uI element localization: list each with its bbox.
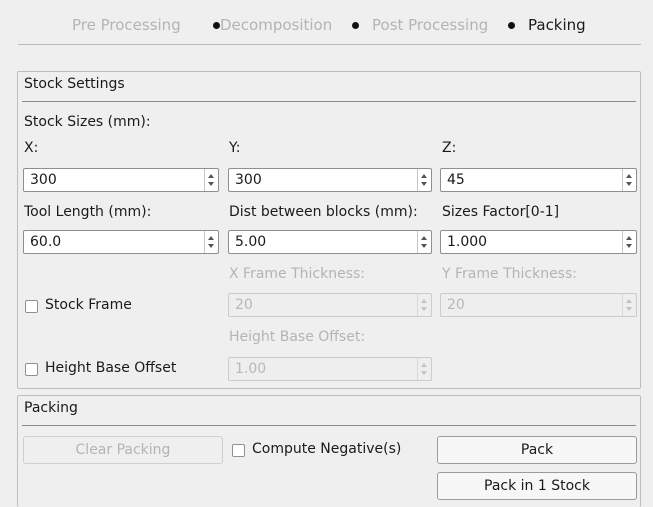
spin-up-icon[interactable] [208, 174, 214, 178]
y-size-value: 300 [235, 172, 262, 188]
height-base-offset-field-label: Height Base Offset: [229, 329, 366, 345]
x-frame-thickness-spinbox[interactable]: 20 [228, 293, 432, 317]
spin-down-icon[interactable] [208, 182, 214, 186]
z-label: Z: [442, 140, 457, 156]
spin-arrows[interactable] [417, 231, 431, 253]
spin-down-icon[interactable] [626, 182, 632, 186]
compute-negative-label: Compute Negative(s) [252, 441, 402, 457]
group-divider [22, 425, 636, 426]
checkbox-box[interactable] [232, 444, 245, 457]
step-separator-dot [508, 22, 515, 29]
spin-arrows[interactable] [417, 169, 431, 191]
spin-arrows[interactable] [417, 358, 431, 380]
tool-length-label: Tool Length (mm): [24, 204, 152, 220]
height-base-offset-value: 1.00 [235, 361, 267, 377]
y-size-spinbox[interactable]: 300 [228, 168, 432, 192]
sizes-factor-value: 1.000 [447, 234, 488, 250]
z-size-value: 45 [447, 172, 465, 188]
height-base-offset-check-label: Height Base Offset [45, 360, 177, 376]
spin-up-icon[interactable] [421, 363, 427, 367]
step-post-processing[interactable]: Post Processing [372, 16, 488, 34]
step-navigation: Pre Processing Decomposition Post Proces… [18, 0, 641, 45]
spin-arrows[interactable] [622, 294, 636, 316]
stock-settings-title: Stock Settings [24, 76, 125, 92]
step-packing[interactable]: Packing [528, 16, 586, 34]
dist-blocks-spinbox[interactable]: 5.00 [228, 230, 432, 254]
x-size-spinbox[interactable]: 300 [23, 168, 219, 192]
stock-frame-checkbox[interactable]: Stock Frame [25, 297, 155, 315]
spin-arrows[interactable] [204, 169, 218, 191]
y-frame-thickness-spinbox[interactable]: 20 [440, 293, 637, 317]
spin-arrows[interactable] [622, 231, 636, 253]
clear-packing-button[interactable]: Clear Packing [23, 436, 223, 464]
spin-up-icon[interactable] [626, 236, 632, 240]
x-frame-thickness-label: X Frame Thickness: [229, 266, 366, 282]
spin-arrows[interactable] [622, 169, 636, 191]
z-size-spinbox[interactable]: 45 [440, 168, 637, 192]
dist-blocks-value: 5.00 [235, 234, 267, 250]
spin-down-icon[interactable] [208, 244, 214, 248]
step-pre-processing[interactable]: Pre Processing [72, 16, 181, 34]
y-frame-thickness-label: Y Frame Thickness: [442, 266, 577, 282]
spin-down-icon[interactable] [421, 182, 427, 186]
sizes-factor-spinbox[interactable]: 1.000 [440, 230, 637, 254]
tool-length-spinbox[interactable]: 60.0 [23, 230, 219, 254]
pack-button[interactable]: Pack [437, 436, 637, 464]
sizes-factor-label: Sizes Factor[0-1] [442, 204, 560, 220]
spin-down-icon[interactable] [421, 371, 427, 375]
spin-arrows[interactable] [417, 294, 431, 316]
checkbox-box[interactable] [25, 363, 38, 376]
step-decomposition[interactable]: Decomposition [220, 16, 332, 34]
dist-blocks-label: Dist between blocks (mm): [229, 204, 418, 220]
checkbox-box[interactable] [25, 300, 38, 313]
spin-up-icon[interactable] [421, 174, 427, 178]
packing-title: Packing [24, 400, 78, 416]
x-size-value: 300 [30, 172, 57, 188]
compute-negative-checkbox[interactable]: Compute Negative(s) [232, 441, 422, 459]
y-label: Y: [229, 140, 241, 156]
spin-up-icon[interactable] [421, 299, 427, 303]
spin-up-icon[interactable] [208, 236, 214, 240]
x-frame-thickness-value: 20 [235, 297, 253, 313]
height-base-offset-checkbox[interactable]: Height Base Offset [25, 360, 200, 378]
step-separator-dot [213, 22, 220, 29]
group-divider [22, 101, 636, 102]
spin-down-icon[interactable] [421, 307, 427, 311]
y-frame-thickness-value: 20 [447, 297, 465, 313]
spin-up-icon[interactable] [626, 299, 632, 303]
x-label: X: [24, 140, 39, 156]
stock-sizes-label: Stock Sizes (mm): [24, 114, 151, 130]
tool-length-value: 60.0 [30, 234, 62, 250]
step-separator-dot [352, 22, 359, 29]
spin-down-icon[interactable] [626, 307, 632, 311]
spin-up-icon[interactable] [626, 174, 632, 178]
pack-in-1-stock-button[interactable]: Pack in 1 Stock [437, 472, 637, 500]
stock-frame-label: Stock Frame [45, 297, 132, 313]
spin-down-icon[interactable] [421, 244, 427, 248]
height-base-offset-spinbox[interactable]: 1.00 [228, 357, 432, 381]
spin-down-icon[interactable] [626, 244, 632, 248]
spin-up-icon[interactable] [421, 236, 427, 240]
spin-arrows[interactable] [204, 231, 218, 253]
